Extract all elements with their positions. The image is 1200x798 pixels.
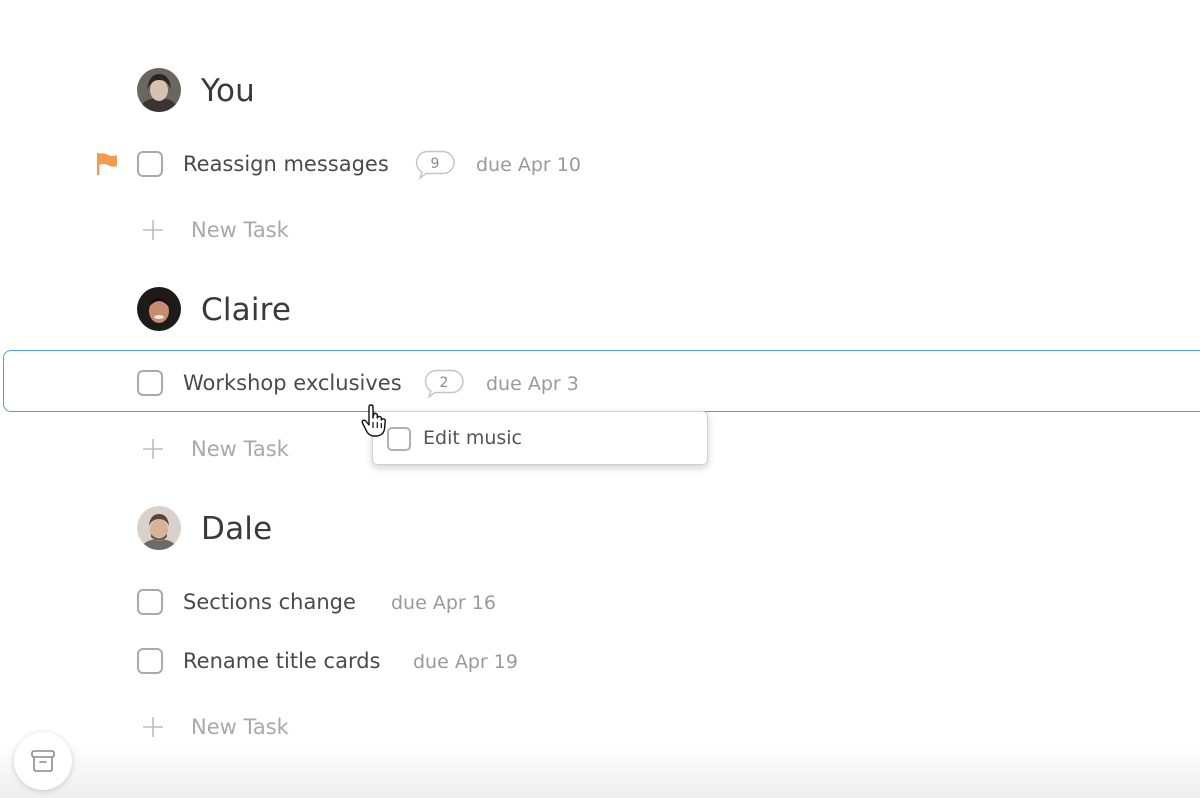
bottom-bar [0,742,1200,798]
due-date[interactable]: due Apr 16 [391,589,496,617]
task-title[interactable]: Reassign messages [183,150,389,178]
new-task-button[interactable]: New Task [191,713,289,741]
comment-bubble-icon[interactable]: 9 [415,150,455,180]
avatar-claire[interactable] [137,287,181,331]
subtask-checkbox[interactable] [387,427,411,451]
task-checkbox[interactable] [137,648,163,674]
plus-icon[interactable] [142,219,164,241]
task-title[interactable]: Sections change [183,588,356,616]
plus-icon[interactable] [142,716,164,738]
hand-pointer-icon [360,404,390,442]
comment-bubble-icon[interactable]: 2 [424,369,464,399]
section-title-dale: Dale [201,511,273,547]
comment-count: 2 [439,375,449,391]
due-date[interactable]: due Apr 10 [476,151,581,179]
section-title-you: You [201,73,256,109]
due-date[interactable]: due Apr 3 [486,370,579,398]
due-date[interactable]: due Apr 19 [413,648,518,676]
avatar-you[interactable] [137,68,181,112]
comment-count: 9 [430,156,440,172]
plus-icon[interactable] [142,438,164,460]
task-title[interactable]: Rename title cards [183,647,380,675]
avatar-dale[interactable] [137,506,181,550]
subtask-popup[interactable]: Edit music [372,411,708,465]
task-checkbox[interactable] [137,370,163,396]
new-task-button[interactable]: New Task [191,435,289,463]
task-checkbox[interactable] [137,589,163,615]
section-title-claire: Claire [201,292,292,328]
archive-box-icon [31,750,55,772]
archive-button[interactable] [14,732,72,790]
subtask-label[interactable]: Edit music [423,425,522,451]
flag-icon[interactable] [94,151,120,181]
task-checkbox[interactable] [137,151,163,177]
task-title[interactable]: Workshop exclusives [183,369,402,397]
new-task-button[interactable]: New Task [191,216,289,244]
